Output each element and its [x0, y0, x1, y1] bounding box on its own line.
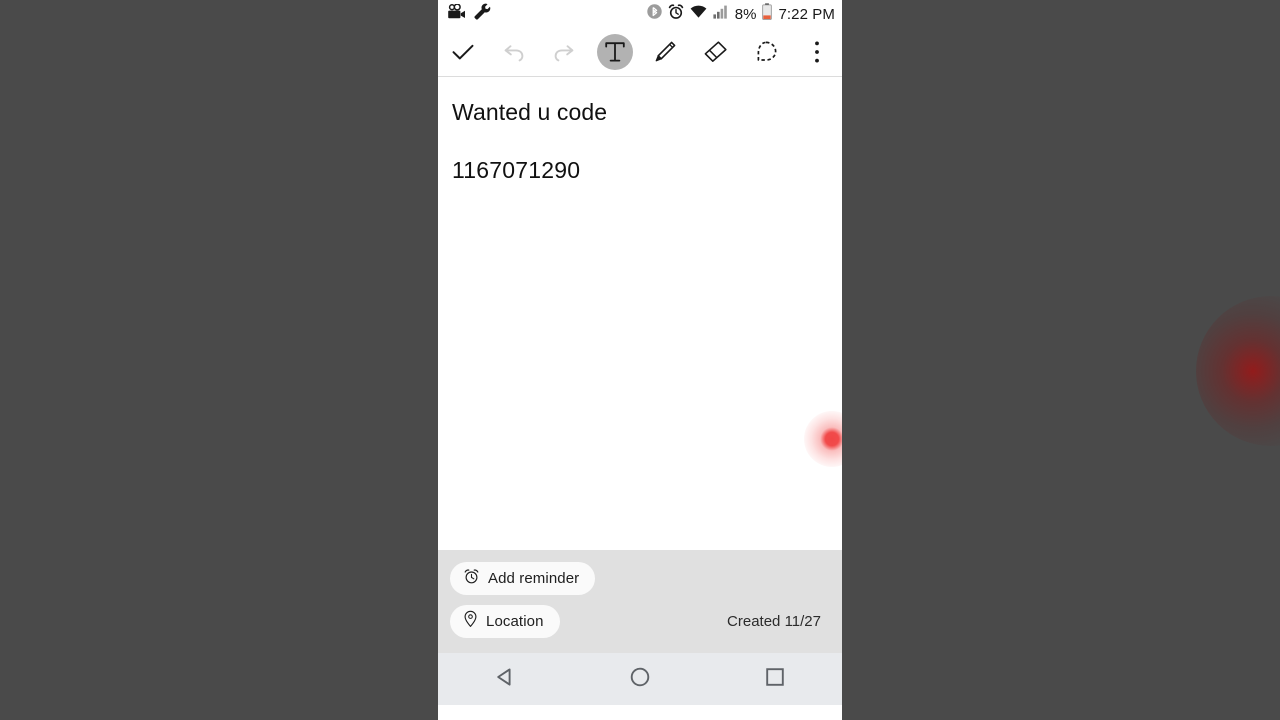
nav-recents-button[interactable] [707, 653, 842, 705]
nav-back-button[interactable] [438, 653, 573, 705]
status-bar: 8% 7:22 PM [438, 0, 842, 28]
wifi-icon [690, 5, 707, 24]
redo-button[interactable] [539, 28, 590, 76]
location-chip[interactable]: Location [450, 605, 560, 638]
screen-recording-dot [804, 411, 842, 467]
circle-icon [628, 665, 652, 694]
undo-button[interactable] [489, 28, 540, 76]
done-check-button[interactable] [438, 28, 489, 76]
battery-icon [762, 3, 773, 25]
clock-label: 7:22 PM [778, 5, 835, 23]
add-reminder-chip[interactable]: Add reminder [450, 562, 596, 595]
location-chip-row: Location Created 11/27 [450, 605, 828, 638]
square-icon [763, 665, 787, 694]
battery-percent-label: 8% [734, 5, 757, 23]
note-title[interactable]: Wanted u code [452, 77, 828, 127]
note-metadata-footer: Add reminder Location Created 11/27 [438, 550, 842, 653]
created-date-label: Created 11/27 [727, 613, 821, 630]
note-body-text[interactable]: 1167071290 [452, 127, 828, 185]
android-navigation-bar [438, 653, 842, 705]
reminder-chip-row: Add reminder [450, 562, 828, 595]
alarm-clock-icon [463, 568, 488, 590]
bluetooth-icon [647, 4, 662, 24]
triangle-left-icon [493, 665, 517, 694]
pen-tool-button[interactable] [640, 28, 691, 76]
note-editor-toolbar [438, 28, 842, 77]
alarm-icon [668, 3, 684, 25]
add-reminder-label: Add reminder [488, 570, 580, 587]
cellular-signal-icon [713, 5, 729, 24]
lasso-select-button[interactable] [741, 28, 792, 76]
status-bar-right-icons: 8% 7:22 PM [641, 3, 835, 25]
phone-screen: 8% 7:22 PM Wanted u code 1167071290 Add … [438, 0, 842, 720]
location-label: Location [486, 613, 544, 630]
screen-capture: 8% 7:22 PM Wanted u code 1167071290 Add … [0, 0, 1280, 720]
map-pin-icon [463, 610, 486, 633]
screen-recorder-icon [447, 2, 466, 25]
text-tool-button[interactable] [590, 28, 641, 76]
recording-glow-backdrop [1196, 296, 1280, 446]
eraser-tool-button[interactable] [691, 28, 742, 76]
overflow-menu-button[interactable] [792, 28, 843, 76]
status-bar-left-icons [447, 2, 499, 25]
wrench-icon [474, 3, 491, 25]
note-content-area[interactable]: Wanted u code 1167071290 [438, 77, 842, 550]
nav-home-button[interactable] [573, 653, 708, 705]
